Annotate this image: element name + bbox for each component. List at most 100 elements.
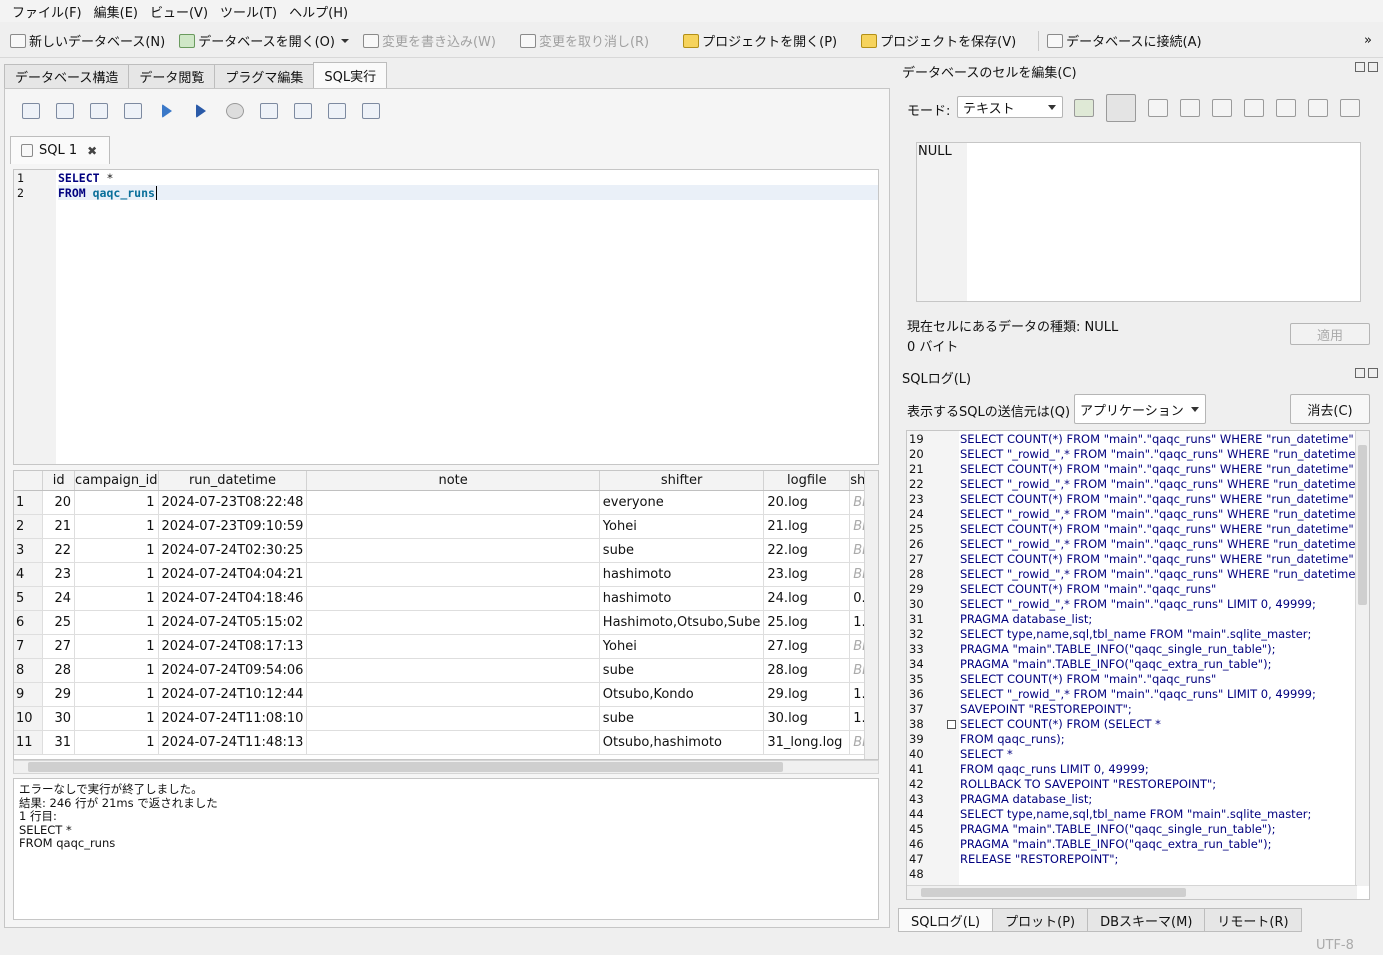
new-database-button[interactable]: 新しいデータベース(N) [10,31,165,50]
cell-value-editor[interactable]: NULL [916,142,1361,302]
apply-button[interactable]: 適用 [1290,323,1370,345]
open-database-button[interactable]: データベースを開く(O) [179,31,349,50]
tab-sql-log[interactable]: SQLログ(L) [898,908,994,932]
table-cell[interactable]: 31_long.log [763,730,851,755]
table-cell[interactable]: 23 [42,562,76,587]
log-vertical-scrollbar[interactable] [1355,431,1369,886]
tab-edit-pragmas[interactable]: プラグマ編集 [214,64,315,88]
export-icon[interactable] [1212,99,1232,117]
table-cell[interactable]: 1 [74,610,159,635]
table-cell[interactable]: Otsubo,hashimoto [599,730,765,755]
table-cell[interactable]: 2024-07-24T11:48:13 [158,730,308,755]
menu-tools[interactable]: ツール(T) [220,2,277,21]
table-cell[interactable]: 27.log [763,634,851,659]
table-cell[interactable] [306,682,600,707]
table-cell[interactable]: 21.log [763,514,851,539]
grid-vertical-scrollbar[interactable] [864,471,878,759]
comment-toggle-icon[interactable] [362,103,380,119]
table-cell[interactable] [306,490,600,515]
stop-execution-icon[interactable] [226,103,244,119]
table-cell[interactable]: 2024-07-24T11:08:10 [158,706,308,731]
row-header[interactable]: 9 [14,682,44,707]
mode-select[interactable]: テキスト [957,96,1063,118]
column-header[interactable]: logfile [763,471,851,491]
table-row[interactable]: 1 20 1 2024-07-23T08:22:48 everyone 20.log BL [14,490,878,515]
table-cell[interactable]: sube [599,658,765,683]
table-cell[interactable] [306,706,600,731]
table-cell[interactable] [306,514,600,539]
row-header[interactable]: 2 [14,514,44,539]
results-grid[interactable]: id campaign_id run_datetime note shifter… [13,470,879,760]
table-cell[interactable]: 1 [74,706,159,731]
row-header-corner[interactable] [14,471,44,491]
log-horizontal-scrollbar[interactable] [907,885,1357,899]
menu-edit[interactable]: 編集(E) [94,2,138,21]
table-cell[interactable]: 1 [74,586,159,611]
table-cell[interactable]: sube [599,706,765,731]
close-icon[interactable] [1368,368,1378,378]
save-project-button[interactable]: プロジェクトを保存(V) [861,31,1016,50]
table-cell[interactable]: 1 [74,634,159,659]
auto-format-icon[interactable] [1074,99,1094,117]
table-cell[interactable]: 22 [42,538,76,563]
table-cell[interactable]: 24 [42,586,76,611]
close-icon[interactable]: ✖ [87,144,97,158]
table-cell[interactable]: 29.log [763,682,851,707]
table-cell[interactable]: 2024-07-24T05:15:02 [158,610,308,635]
row-header[interactable]: 5 [14,586,44,611]
toolbar-overflow-button[interactable]: » [1364,33,1372,48]
table-cell[interactable]: 2024-07-24T02:30:25 [158,538,308,563]
tab-plot[interactable]: プロット(P) [992,908,1089,932]
table-row[interactable]: 3 22 1 2024-07-24T02:30:25 sube 22.log BL [14,538,878,563]
row-header[interactable]: 10 [14,706,44,731]
table-row[interactable]: 7 27 1 2024-07-24T08:17:13 Yohei 27.log BL [14,634,878,659]
table-cell[interactable]: 1 [74,490,159,515]
clear-icon[interactable] [1308,99,1328,117]
table-cell[interactable]: 29 [42,682,76,707]
scroll-thumb[interactable] [28,762,783,772]
table-cell[interactable]: 31 [42,730,76,755]
execute-all-icon[interactable] [162,104,172,118]
table-cell[interactable] [306,730,600,755]
save-sql-file-icon[interactable] [90,103,108,119]
tab-database-structure[interactable]: データベース構造 [4,64,130,88]
table-cell[interactable]: 22.log [763,538,851,563]
fold-marker-icon[interactable] [947,720,956,729]
table-row[interactable]: 4 23 1 2024-07-24T04:04:21 hashimoto 23.log BL [14,562,878,587]
table-cell[interactable]: 2024-07-23T08:22:48 [158,490,308,515]
table-cell[interactable] [306,610,600,635]
table-cell[interactable] [306,658,600,683]
set-null-icon[interactable] [1244,99,1264,117]
float-icon[interactable] [1355,368,1365,378]
table-row[interactable]: 6 25 1 2024-07-24T05:15:02 Hashimoto,Otsubo,… [14,610,878,635]
tab-db-schema[interactable]: DBスキーマ(M) [1087,908,1206,932]
table-cell[interactable]: 24.log [763,586,851,611]
save-results-icon[interactable] [260,103,278,119]
table-cell[interactable]: 21 [42,514,76,539]
execute-line-icon[interactable] [196,104,206,118]
menu-file[interactable]: ファイル(F) [12,2,82,21]
editor-tab-sql1[interactable]: SQL 1 ✖ [10,136,110,164]
table-cell[interactable]: Yohei [599,514,765,539]
tab-execute-sql[interactable]: SQL実行 [313,62,388,88]
print-icon[interactable] [1340,99,1360,117]
log-source-select[interactable]: アプリケーション [1074,394,1206,424]
sql-log-view[interactable]: 19 SELECT COUNT(*) FROM "main"."qaqc_runs… [906,430,1370,900]
table-cell[interactable]: 30.log [763,706,851,731]
row-header[interactable]: 6 [14,610,44,635]
table-cell[interactable]: 25.log [763,610,851,635]
open-project-button[interactable]: プロジェクトを開く(P) [683,31,837,50]
table-row[interactable]: 11 31 1 2024-07-24T11:48:13 Otsubo,hashimoto… [14,730,878,755]
table-cell[interactable] [306,634,600,659]
table-cell[interactable] [306,538,600,563]
grid-horizontal-scrollbar[interactable] [13,760,879,774]
row-header[interactable]: 8 [14,658,44,683]
write-changes-button[interactable]: 変更を書き込み(W) [362,31,496,50]
table-cell[interactable]: hashimoto [599,562,765,587]
open-external-icon[interactable] [1276,99,1296,117]
scroll-thumb[interactable] [1358,445,1367,605]
table-cell[interactable]: 2024-07-24T10:12:44 [158,682,308,707]
table-cell[interactable]: Yohei [599,634,765,659]
table-cell[interactable]: hashimoto [599,586,765,611]
table-cell[interactable] [306,586,600,611]
